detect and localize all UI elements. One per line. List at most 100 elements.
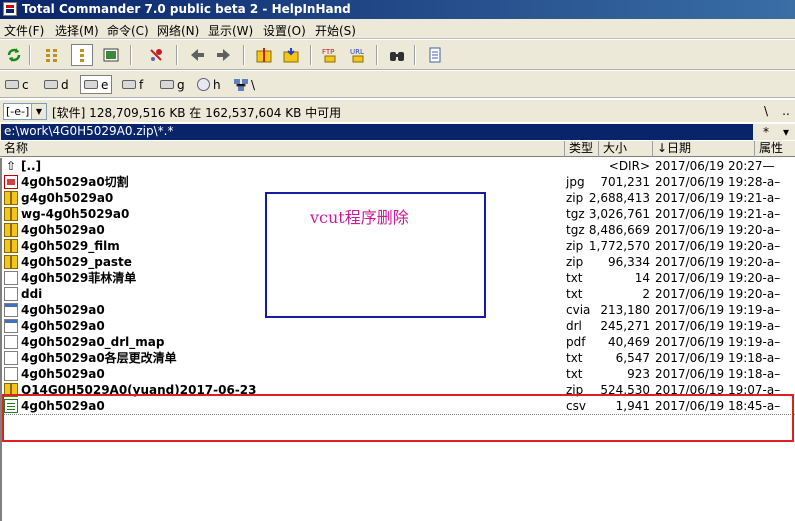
drive-select-value: [-e-] (6, 105, 30, 118)
file-name: 4g0h5029a0 (21, 319, 105, 333)
root-button[interactable]: \ (757, 102, 775, 120)
forward-icon[interactable] (213, 44, 235, 66)
document-icon (4, 319, 18, 333)
file-size: 2,688,413 (588, 191, 650, 205)
drive-g-button[interactable]: g (157, 75, 188, 94)
menu-select[interactable]: 选择(M) (55, 22, 99, 39)
header-name[interactable]: 名称 (0, 141, 565, 157)
svg-text:FTP: FTP (322, 48, 334, 56)
chevron-down-icon[interactable]: ▼ (31, 104, 46, 119)
archive-icon (4, 239, 18, 253)
drive-e-button[interactable]: e (80, 75, 113, 94)
highlight-box (2, 394, 794, 442)
text-file-icon (4, 271, 18, 285)
header-date[interactable]: ↓日期 (653, 141, 755, 157)
menu-bar: 文件(F) 选择(M) 命令(C) 网络(N) 显示(W) 设置(O) 开始(S… (0, 19, 795, 39)
file-ext: jpg (566, 175, 585, 189)
file-date: 2017/06/19 19:20-a– (655, 287, 781, 301)
file-ext: zip (566, 255, 584, 269)
drive-f-button[interactable]: f (119, 75, 146, 94)
file-size: 2 (642, 287, 650, 301)
file-row[interactable]: 4g0h5029a0_drl_map pdf 40,469 2017/06/19 19… (0, 334, 795, 350)
annotation-box: vcut程序删除 (265, 192, 486, 318)
url-icon[interactable]: URL (347, 44, 369, 66)
app-icon[interactable] (3, 2, 17, 16)
drive-c-button[interactable]: c (2, 75, 32, 94)
menu-net[interactable]: 网络(N) (157, 22, 199, 39)
file-row[interactable]: 4g0h5029a0切割 jpg 701,231 2017/06/19 19:28-a… (0, 174, 795, 190)
file-ext: cvia (566, 303, 591, 317)
file-size: 213,180 (600, 303, 650, 317)
back-icon[interactable] (186, 44, 208, 66)
file-name: 4g0h5029a0各层更改清单 (21, 351, 177, 365)
file-ext: tgz (566, 207, 585, 221)
path-bar: e:\work\4G0H5029A0.zip\*.* * ▾ (0, 124, 795, 140)
archive-icon (4, 191, 18, 205)
file-date: 2017/06/19 19:20-a– (655, 223, 781, 237)
menu-config[interactable]: 设置(O) (263, 22, 306, 39)
file-ext: drl (566, 319, 582, 333)
file-size: 1,772,570 (588, 239, 650, 253)
file-row[interactable]: 4g0h5029a0 txt 923 2017/06/19 19:18-a– (0, 366, 795, 382)
file-name: wg-4g0h5029a0 (21, 207, 130, 221)
toolbar-separator (176, 45, 178, 65)
header-ext[interactable]: 类型 (565, 141, 599, 157)
text-file-icon (4, 287, 18, 301)
header-attr[interactable]: 属性 (755, 141, 795, 157)
find-icon[interactable] (386, 44, 408, 66)
thumbnail-view-icon[interactable] (100, 44, 122, 66)
drive-icon (84, 80, 98, 89)
archive-icon (4, 255, 18, 269)
file-size: 40,469 (608, 335, 650, 349)
menu-show[interactable]: 显示(W) (208, 22, 253, 39)
header-size[interactable]: 大小 (599, 141, 653, 157)
file-row[interactable]: 4g0h5029a0 drl 245,271 2017/06/19 19:19-a– (0, 318, 795, 334)
drive-select[interactable]: [-e-] ▼ (3, 103, 47, 120)
drive-icon (160, 80, 174, 89)
menu-start[interactable]: 开始(S) (315, 22, 356, 39)
ftp-icon[interactable]: FTP (319, 44, 341, 66)
file-ext: txt (566, 351, 583, 365)
cdrom-icon (197, 78, 210, 91)
file-ext: pdf (566, 335, 586, 349)
favorites-button[interactable]: ▾ (779, 124, 793, 140)
file-row[interactable]: 4g0h5029a0各层更改清单 txt 6,547 2017/06/19 19:18… (0, 350, 795, 366)
invert-selection-icon[interactable] (145, 44, 167, 66)
unpack-icon[interactable] (280, 44, 302, 66)
drive-h-button[interactable]: h (194, 75, 224, 94)
file-name: ddi (21, 287, 43, 301)
network-drive-button[interactable]: \ (230, 75, 258, 94)
info-bar: [-e-] ▼ [软件] 128,709,516 KB 在 162,537,60… (0, 100, 795, 122)
drive-c-label: c (22, 77, 29, 92)
file-row[interactable]: ⇧ [..] <DIR> 2017/06/19 20:27— (0, 158, 795, 174)
text-file-icon (4, 335, 18, 349)
brief-view-icon[interactable] (41, 44, 63, 66)
parent-button[interactable]: .. (777, 102, 795, 120)
file-name: 4g0h5029_film (21, 239, 120, 253)
file-date: 2017/06/19 19:20-a– (655, 239, 781, 253)
menu-commands[interactable]: 命令(C) (107, 22, 149, 39)
pack-icon[interactable] (253, 44, 275, 66)
column-header: 名称 类型 大小 ↓日期 属性 (0, 141, 795, 157)
notepad-icon[interactable] (424, 44, 446, 66)
menu-file[interactable]: 文件(F) (4, 22, 44, 39)
file-ext: txt (566, 367, 583, 381)
file-date: 2017/06/19 19:28-a– (655, 175, 781, 189)
file-size: 245,271 (600, 319, 650, 333)
detailed-view-icon[interactable] (71, 44, 93, 66)
file-ext: txt (566, 287, 583, 301)
refresh-icon[interactable] (3, 44, 25, 66)
drive-icon (122, 80, 136, 89)
current-path[interactable]: e:\work\4G0H5029A0.zip\*.* (1, 124, 753, 140)
file-date: 2017/06/19 19:18-a– (655, 367, 781, 381)
file-ext: zip (566, 239, 584, 253)
file-size: 96,334 (608, 255, 650, 269)
file-ext: tgz (566, 223, 585, 237)
drive-d-button[interactable]: d (41, 75, 72, 94)
history-button[interactable]: * (757, 124, 775, 140)
parent-folder-icon: ⇧ (5, 159, 17, 173)
file-size: 14 (634, 271, 650, 285)
drive-f-label: f (139, 77, 144, 92)
file-date: 2017/06/19 19:21-a– (655, 191, 781, 205)
toolbar-separator (310, 45, 312, 65)
